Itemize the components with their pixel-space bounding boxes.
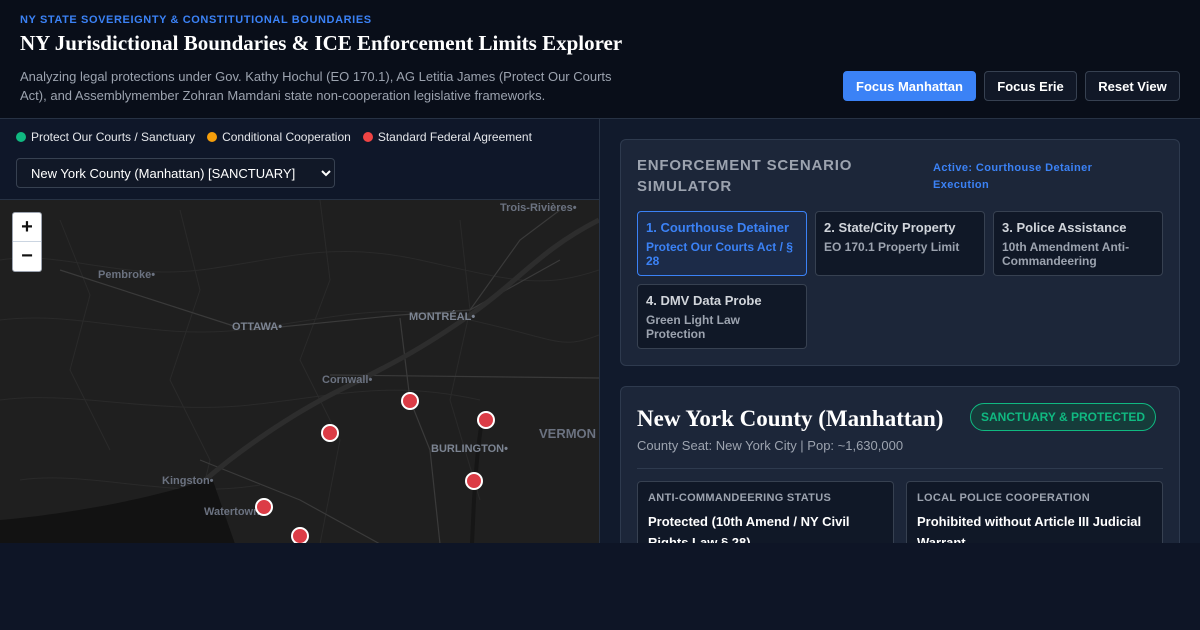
zoom-out-button[interactable]: − bbox=[13, 242, 41, 271]
reset-view-button[interactable]: Reset View bbox=[1085, 71, 1180, 101]
map-panel: Protect Our Courts / Sanctuary Condition… bbox=[0, 119, 600, 543]
map-label-cornwall: Cornwall• bbox=[322, 374, 373, 386]
anti-commandeering-status-box: ANTI-COMMANDEERING STATUS Protected (10t… bbox=[637, 481, 894, 543]
scenario-subtitle: Green Light Law Protection bbox=[646, 313, 741, 341]
county-marker[interactable] bbox=[401, 392, 419, 410]
scenario-title: 3. Police Assistance bbox=[1002, 220, 1127, 235]
scenario-simulator-card: ENFORCEMENT SCENARIO SIMULATOR Active: C… bbox=[620, 139, 1180, 366]
header-eyebrow: NY STATE SOVEREIGNTY & CONSTITUTIONAL BO… bbox=[20, 14, 372, 26]
focus-erie-button[interactable]: Focus Erie bbox=[984, 71, 1077, 101]
scenario-title: 1. Courthouse Detainer bbox=[646, 220, 790, 235]
county-detail-card: New York County (Manhattan) SANCTUARY & … bbox=[620, 386, 1180, 543]
page-title: NY Jurisdictional Boundaries & ICE Enfor… bbox=[20, 31, 623, 55]
county-marker[interactable] bbox=[321, 424, 339, 442]
details-panel: ENFORCEMENT SCENARIO SIMULATOR Active: C… bbox=[600, 119, 1200, 543]
legend-dot-sanctuary bbox=[16, 132, 26, 142]
map-label-montreal: MONTRÉAL• bbox=[409, 311, 476, 323]
app-header: NY STATE SOVEREIGNTY & CONSTITUTIONAL BO… bbox=[0, 0, 1200, 119]
county-meta: County Seat: New York City | Pop: ~1,630… bbox=[637, 438, 904, 453]
legend-label-conditional: Conditional Cooperation bbox=[222, 130, 351, 144]
map-label-vermont: VERMON bbox=[539, 426, 597, 441]
scenario-courthouse-detainer[interactable]: 1. Courthouse Detainer Protect Our Court… bbox=[637, 211, 807, 276]
legend-label-sanctuary: Protect Our Courts / Sanctuary bbox=[31, 130, 196, 144]
county-marker[interactable] bbox=[465, 472, 483, 490]
map-legend: Protect Our Courts / Sanctuary Condition… bbox=[16, 130, 532, 144]
legend-item-sanctuary: Protect Our Courts / Sanctuary bbox=[16, 130, 195, 144]
info-label: ANTI-COMMANDEERING STATUS bbox=[648, 492, 832, 504]
map-label-kingston: Kingston• bbox=[162, 475, 214, 487]
county-select[interactable]: New York County (Manhattan) [SANCTUARY] bbox=[16, 158, 335, 188]
legend-dot-conditional bbox=[207, 132, 218, 142]
scenario-title: 4. DMV Data Probe bbox=[646, 293, 762, 308]
scenario-state-city-property[interactable]: 2. State/City Property EO 170.1 Property… bbox=[815, 211, 985, 276]
map-basemap bbox=[0, 200, 599, 543]
focus-manhattan-button[interactable]: Focus Manhattan bbox=[843, 71, 976, 101]
legend-label-standard: Standard Federal Agreement bbox=[377, 130, 532, 144]
info-label: LOCAL POLICE COOPERATION bbox=[917, 492, 1091, 504]
map-canvas[interactable]: Trois-Rivières• Pembroke• OTTAWA• MONTRÉ… bbox=[0, 199, 599, 543]
scenario-police-assistance[interactable]: 3. Police Assistance 10th Amendment Anti… bbox=[993, 211, 1163, 276]
zoom-in-button[interactable]: + bbox=[13, 213, 41, 242]
simulator-title: ENFORCEMENT SCENARIO SIMULATOR bbox=[637, 157, 853, 195]
county-marker[interactable] bbox=[291, 527, 309, 543]
info-value: Prohibited without Article III Judicial … bbox=[917, 514, 1142, 543]
scenario-dmv-data-probe[interactable]: 4. DMV Data Probe Green Light Law Protec… bbox=[637, 284, 807, 349]
county-marker[interactable] bbox=[255, 498, 273, 516]
legend-item-conditional: Conditional Cooperation bbox=[207, 130, 351, 144]
county-name: New York County (Manhattan) bbox=[637, 406, 944, 431]
county-marker[interactable] bbox=[477, 411, 495, 429]
scenario-subtitle: 10th Amendment Anti-Commandeering bbox=[1002, 240, 1130, 268]
scenario-subtitle: EO 170.1 Property Limit bbox=[824, 240, 960, 254]
legend-dot-standard bbox=[362, 132, 373, 142]
scenario-subtitle: Protect Our Courts Act / § 28 bbox=[646, 240, 793, 268]
divider bbox=[637, 468, 1163, 469]
zoom-control: + − bbox=[12, 212, 42, 272]
map-label-watertown: Watertown bbox=[204, 506, 260, 518]
map-label-burlington: BURLINGTON• bbox=[431, 443, 508, 455]
scenario-title: 2. State/City Property bbox=[824, 220, 956, 235]
info-value: Protected (10th Amend / NY Civil Rights … bbox=[648, 514, 850, 543]
simulator-active-label: Active: Courthouse Detainer Execution bbox=[933, 162, 1093, 191]
local-police-cooperation-box: LOCAL POLICE COOPERATION Prohibited with… bbox=[906, 481, 1163, 543]
status-badge: SANCTUARY & PROTECTED bbox=[970, 403, 1157, 431]
map-label-trois-rivieres: Trois-Rivières• bbox=[500, 202, 577, 214]
map-label-pembroke: Pembroke• bbox=[98, 269, 156, 281]
page-subtitle: Analyzing legal protections under Gov. K… bbox=[20, 69, 612, 103]
map-label-ottawa: OTTAWA• bbox=[232, 321, 283, 333]
legend-item-standard: Standard Federal Agreement bbox=[362, 130, 532, 144]
